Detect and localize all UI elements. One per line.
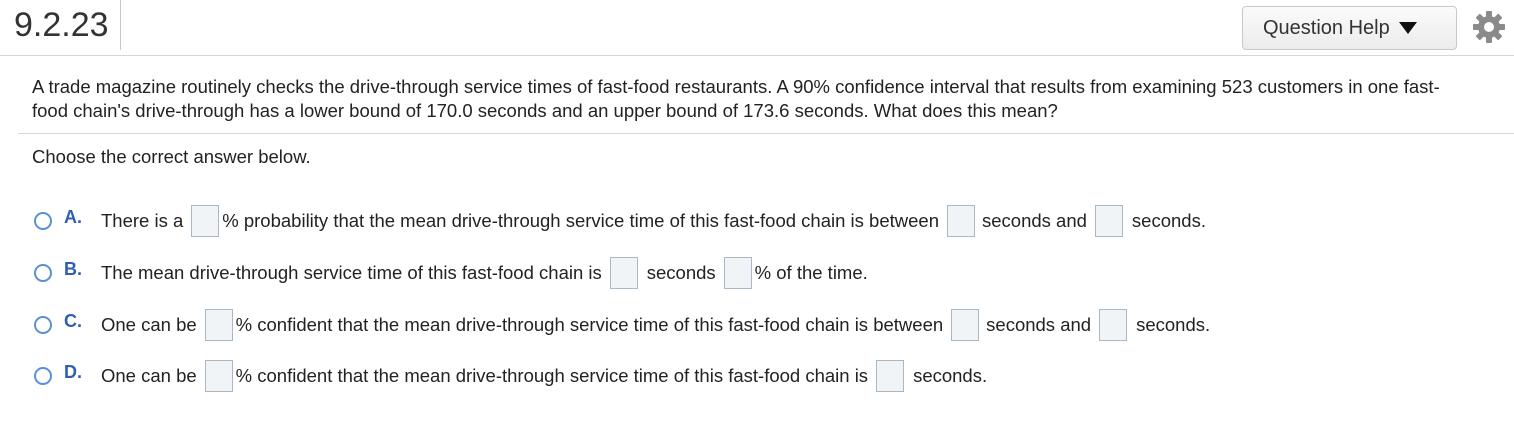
question-help-label: Question Help xyxy=(1263,16,1390,39)
question-text: A trade magazine routinely checks the dr… xyxy=(32,76,1440,121)
question-help-button[interactable]: Question Help xyxy=(1242,6,1457,50)
option-c-text-4: seconds. xyxy=(1136,314,1211,335)
option-a-letter: A. xyxy=(64,207,82,227)
option-c-lower-input[interactable] xyxy=(951,309,980,341)
question-number: 9.2.23 xyxy=(0,0,121,50)
option-d-radio[interactable] xyxy=(34,367,52,385)
option-a-text-4: seconds. xyxy=(1131,210,1206,231)
option-c-text-3: seconds and xyxy=(986,314,1092,335)
option-c-percent-input[interactable] xyxy=(204,309,233,341)
option-d-percent-input[interactable] xyxy=(204,360,233,392)
option-b-text-3: % of the time. xyxy=(754,262,868,283)
option-a-text-3: seconds and xyxy=(982,210,1087,231)
option-c-letter: C. xyxy=(64,311,82,331)
option-d-time-input[interactable] xyxy=(876,360,905,392)
option-d-letter: D. xyxy=(64,362,82,382)
option-c-text-1: One can be xyxy=(101,314,197,335)
option-a-upper-input[interactable] xyxy=(1094,205,1123,237)
option-a-text-1: There is a xyxy=(101,210,184,231)
option-c[interactable]: C. One can be % confident that the mean … xyxy=(34,309,1211,341)
option-d-text-1: One can be xyxy=(101,365,197,386)
option-d-text-2: % confident that the mean drive-through … xyxy=(235,365,869,386)
option-d[interactable]: D. One can be % confident that the mean … xyxy=(34,360,988,392)
option-c-radio[interactable] xyxy=(34,316,52,334)
option-b[interactable]: B. The mean drive-through service time o… xyxy=(34,257,868,289)
option-c-text-2: % confident that the mean drive-through … xyxy=(235,314,944,335)
option-b-percent-input[interactable] xyxy=(723,257,752,289)
option-a-lower-input[interactable] xyxy=(947,205,975,237)
option-a-radio[interactable] xyxy=(34,212,52,230)
option-c-upper-input[interactable] xyxy=(1099,309,1128,341)
option-b-radio[interactable] xyxy=(34,264,52,282)
option-a-text-2: % probability that the mean drive-throug… xyxy=(222,210,939,231)
question-divider xyxy=(18,133,1514,134)
option-d-text-3: seconds. xyxy=(913,365,988,386)
option-b-text-2: seconds xyxy=(646,262,716,283)
option-b-time-input[interactable] xyxy=(609,257,638,289)
option-b-text-1: The mean drive-through service time of t… xyxy=(101,262,602,283)
option-b-letter: B. xyxy=(64,259,82,279)
option-a[interactable]: A. There is a % probability that the mea… xyxy=(34,205,1206,237)
caret-down-icon xyxy=(1398,22,1417,34)
gear-icon[interactable] xyxy=(1470,8,1508,46)
option-a-percent-input[interactable] xyxy=(191,205,220,237)
header-divider xyxy=(0,55,1514,56)
answer-prompt: Choose the correct answer below. xyxy=(32,146,311,167)
top-bar: 9.2.23 Question Help xyxy=(0,0,1514,56)
